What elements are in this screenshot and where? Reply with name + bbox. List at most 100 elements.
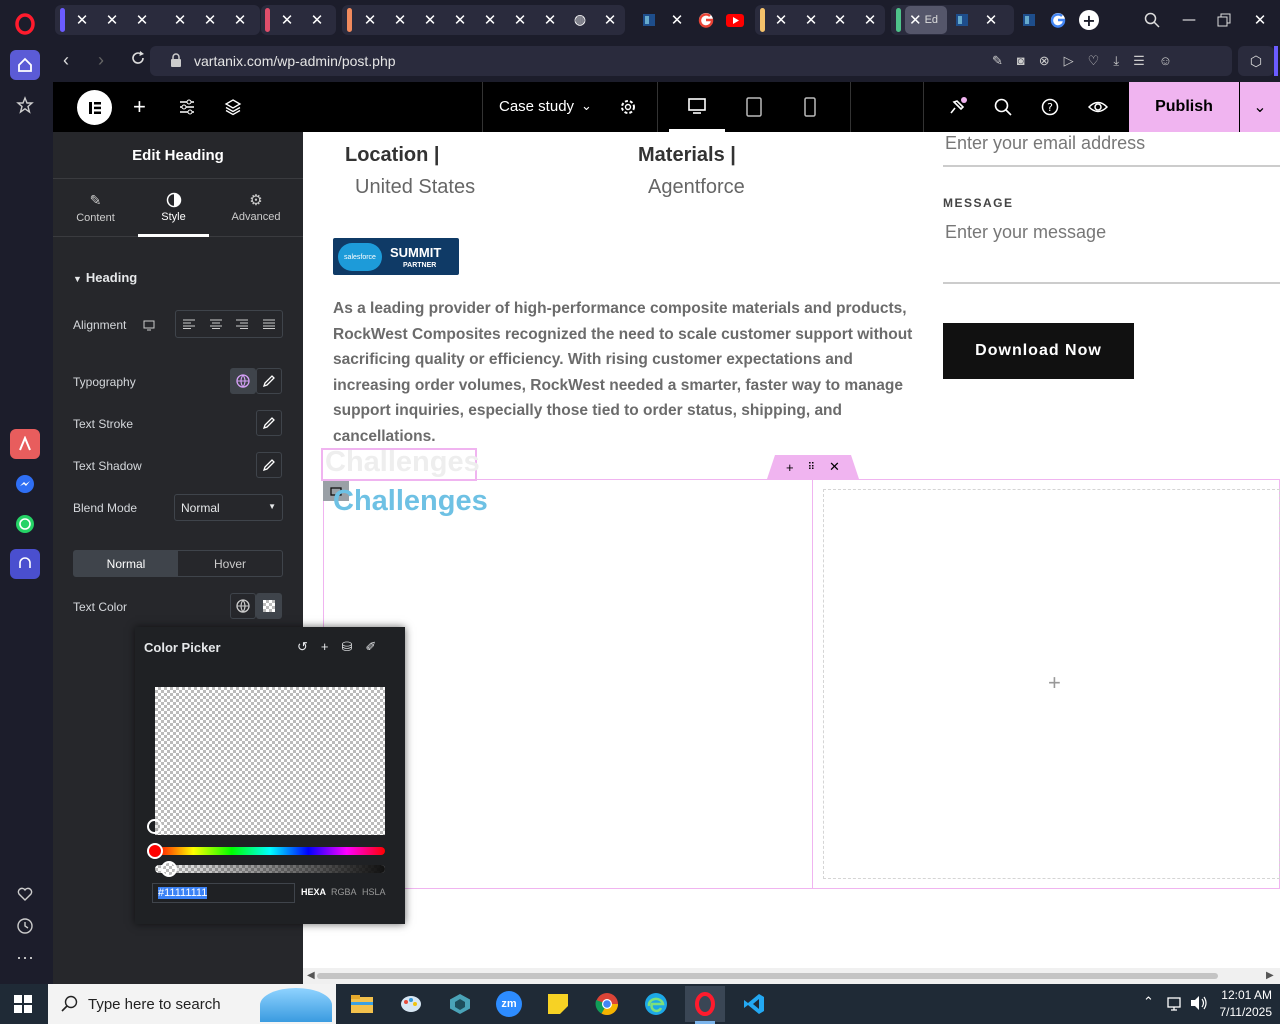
messenger-icon[interactable]: [10, 469, 40, 499]
color-swatch-icon[interactable]: [256, 593, 282, 619]
tab-x-icon[interactable]: ✕: [509, 9, 531, 31]
book-tab-icon[interactable]: [1018, 9, 1040, 31]
mode-rgba[interactable]: RGBA: [331, 887, 357, 897]
zoom-icon[interactable]: zm: [489, 988, 529, 1020]
tab-x-icon[interactable]: ✕: [131, 9, 153, 31]
state-hover-tab[interactable]: Hover: [178, 551, 282, 576]
globe-icon[interactable]: [230, 368, 256, 394]
add-global-color-icon[interactable]: +: [321, 639, 329, 655]
chrome-icon[interactable]: [587, 988, 627, 1020]
clock-date[interactable]: 7/11/2025: [1210, 1005, 1273, 1019]
add-element-icon[interactable]: +: [133, 94, 146, 120]
book-tab-icon[interactable]: [951, 9, 973, 31]
publish-button[interactable]: Publish: [1129, 82, 1239, 132]
url-box[interactable]: vartanix.com/wp-admin/post.php ✎ ◙ ⊗ ▷ ♡…: [150, 46, 1232, 76]
sticky-notes-icon[interactable]: [538, 988, 578, 1020]
profile-icon[interactable]: ☺: [1159, 53, 1172, 69]
restore-icon[interactable]: [1213, 9, 1235, 31]
windows-start-icon[interactable]: [3, 988, 43, 1020]
tab-x-icon[interactable]: ✕: [169, 9, 191, 31]
align-justify-icon[interactable]: [256, 311, 283, 337]
tab-x-icon[interactable]: ✕: [199, 9, 221, 31]
clock-time[interactable]: 12:01 AM: [1210, 988, 1272, 1002]
publish-options-chevron-icon[interactable]: ⌄: [1240, 82, 1280, 132]
scroll-thumb[interactable]: [317, 973, 1218, 979]
tab-x-icon[interactable]: ✕: [859, 9, 881, 31]
tab-advanced[interactable]: ⚙ Advanced: [221, 180, 291, 237]
tab-x-icon[interactable]: ✕: [479, 9, 501, 31]
drag-handle-icon[interactable]: ⠿: [808, 462, 815, 473]
container-handle[interactable]: + ⠿ ✕: [767, 455, 859, 479]
mode-hexa[interactable]: HEXA: [301, 887, 326, 897]
align-center-icon[interactable]: [203, 311, 230, 337]
tab-x-icon[interactable]: ✕: [229, 9, 251, 31]
back-icon[interactable]: ‹: [63, 50, 69, 71]
tab-x-icon[interactable]: ✕: [599, 9, 621, 31]
edit-pencil-icon[interactable]: [256, 368, 282, 394]
site-settings-icon[interactable]: [178, 98, 196, 121]
tab-x-icon[interactable]: ✕: [829, 9, 851, 31]
dev-tool-icon[interactable]: [440, 988, 480, 1020]
more-options-icon[interactable]: ⋯: [10, 943, 40, 973]
page-title[interactable]: Case study: [499, 98, 574, 115]
align-left-icon[interactable]: [176, 311, 203, 337]
google-tab-icon[interactable]: [695, 9, 717, 31]
close-window-icon[interactable]: ✕: [1249, 9, 1271, 31]
alpha-handle[interactable]: [161, 861, 177, 877]
file-explorer-icon[interactable]: [342, 988, 382, 1020]
send-icon[interactable]: ▷: [1064, 53, 1074, 69]
whatsapp-icon[interactable]: [10, 509, 40, 539]
email-placeholder[interactable]: Enter your email address: [945, 133, 1145, 154]
tab-x-icon[interactable]: ✕: [306, 9, 328, 31]
eyedropper-icon[interactable]: ✐: [365, 639, 376, 655]
horizontal-scrollbar[interactable]: ◀ ▶: [303, 968, 1280, 984]
add-widget-plus-icon[interactable]: +: [1048, 670, 1061, 696]
music-player-icon[interactable]: [10, 549, 40, 579]
global-colors-icon[interactable]: ⛁: [342, 639, 353, 655]
state-normal-tab[interactable]: Normal: [74, 551, 178, 576]
tab-x-icon[interactable]: ✕: [419, 9, 441, 31]
mobile-view-icon[interactable]: [804, 97, 816, 122]
notes-pin-icon[interactable]: [946, 96, 968, 123]
delete-container-icon[interactable]: ✕: [829, 459, 840, 475]
hue-handle[interactable]: [147, 843, 163, 859]
aria-icon[interactable]: [10, 429, 40, 459]
hex-input[interactable]: #11111111: [152, 883, 295, 903]
heart-icon[interactable]: ♡: [1088, 53, 1100, 69]
tab-x-icon[interactable]: ✕: [101, 9, 123, 31]
section-heading-toggle[interactable]: ▼ Heading: [73, 270, 137, 285]
scroll-right-arrow-icon[interactable]: ▶: [1266, 970, 1274, 981]
globe-tab-icon[interactable]: ◍: [569, 9, 591, 31]
saturation-area[interactable]: [155, 687, 385, 835]
desktop-view-icon[interactable]: [669, 82, 725, 132]
tab-x-icon[interactable]: ✕: [800, 9, 822, 31]
scroll-left-arrow-icon[interactable]: ◀: [307, 970, 315, 981]
paint-icon[interactable]: [391, 988, 431, 1020]
edge-icon[interactable]: [636, 988, 676, 1020]
tablet-view-icon[interactable]: [746, 97, 762, 122]
add-container-icon[interactable]: +: [786, 460, 794, 475]
easy-setup-icon[interactable]: ☰: [1133, 53, 1145, 69]
youtube-tab-icon[interactable]: [724, 9, 746, 31]
edit-pencil-icon[interactable]: [256, 452, 282, 478]
volume-icon[interactable]: [1190, 995, 1208, 1016]
vscode-icon[interactable]: [734, 988, 774, 1020]
active-tab[interactable]: ✕ Ed: [905, 6, 947, 34]
network-icon[interactable]: [1166, 996, 1184, 1017]
tab-x-icon[interactable]: ✕: [359, 9, 381, 31]
reload-icon[interactable]: [130, 50, 146, 71]
extensions-icon[interactable]: ⬡: [1238, 46, 1274, 76]
align-right-icon[interactable]: [229, 311, 256, 337]
mode-hsla[interactable]: HSLA: [362, 887, 386, 897]
structure-layers-icon[interactable]: [224, 98, 242, 121]
help-icon[interactable]: ?: [1041, 98, 1059, 121]
edit-pencil-icon[interactable]: [256, 410, 282, 436]
star-icon[interactable]: [10, 90, 40, 120]
search-icon[interactable]: [994, 98, 1012, 121]
preview-eye-icon[interactable]: [1087, 98, 1109, 121]
alpha-slider[interactable]: [155, 865, 385, 873]
tab-x-icon[interactable]: ✕: [71, 9, 93, 31]
page-settings-gear-icon[interactable]: [619, 98, 637, 121]
tab-x-icon[interactable]: ✕: [980, 9, 1002, 31]
elementor-logo-icon[interactable]: [77, 90, 112, 125]
